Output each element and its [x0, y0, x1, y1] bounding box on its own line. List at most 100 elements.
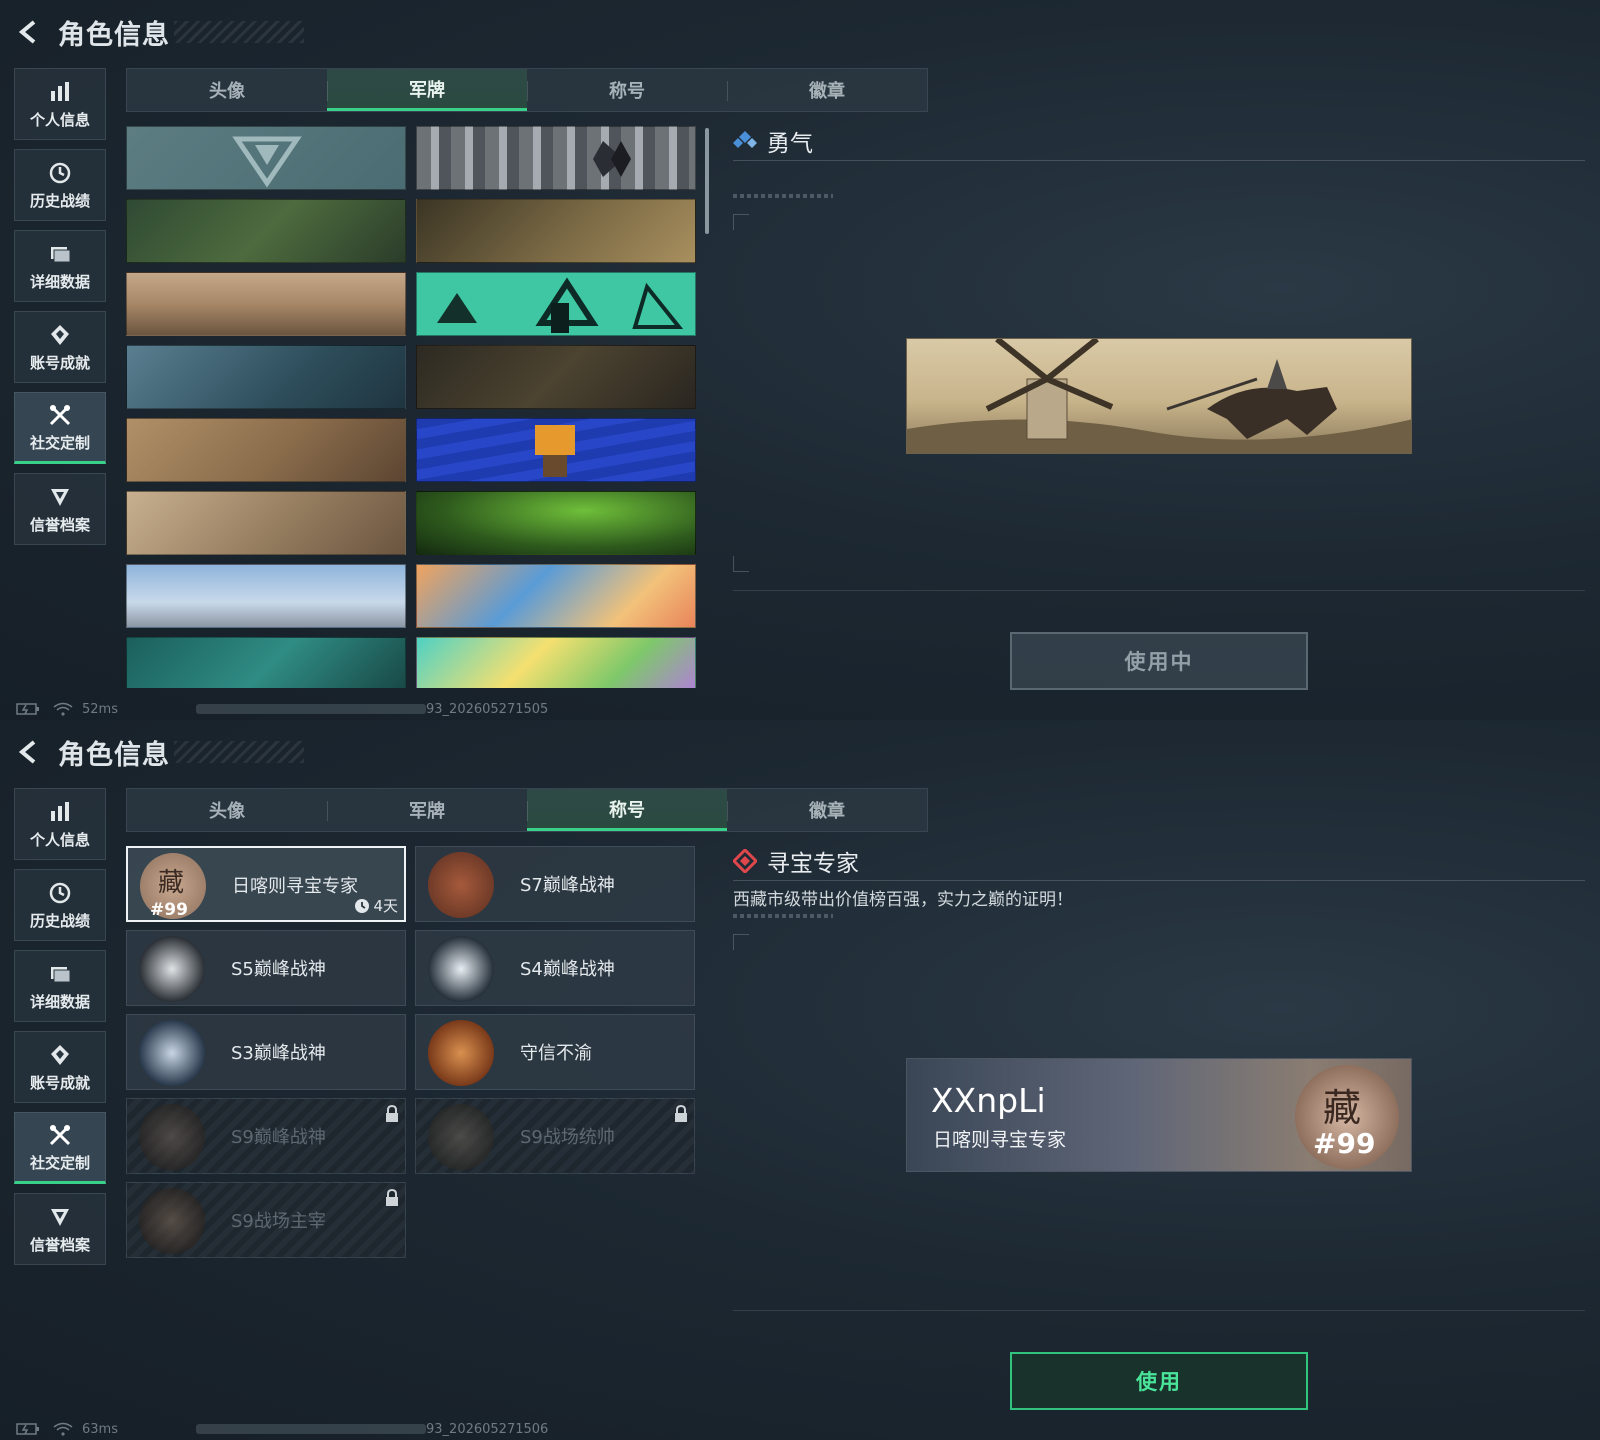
title-name: S9巅峰战神 — [231, 1127, 326, 1148]
title-card-treasure-expert[interactable]: 藏 #99 日喀则寻宝专家 4天 — [126, 846, 406, 922]
lock-icon — [675, 1105, 687, 1122]
back-arrow-icon[interactable] — [14, 17, 44, 47]
detail-header: 勇气 — [733, 124, 813, 158]
preview-badge-number: #99 — [1313, 1127, 1376, 1160]
battery-icon — [16, 703, 39, 715]
tab-title[interactable]: 称号 — [527, 789, 727, 831]
dogtag-banner[interactable] — [126, 345, 406, 409]
title-card-s9-commander[interactable]: S9战场统帅 — [415, 1098, 695, 1174]
tab-avatar[interactable]: 头像 — [127, 69, 327, 111]
status-bar: 52ms 93_202605271505 — [16, 700, 548, 718]
dogtag-banner[interactable] — [416, 637, 696, 688]
dogtag-grid — [126, 126, 696, 688]
title-name: S5巅峰战神 — [231, 959, 326, 980]
ship-medal-icon — [428, 1104, 494, 1170]
dogtag-banner[interactable] — [126, 126, 406, 190]
wifi-icon — [53, 702, 73, 716]
dogtag-banner[interactable] — [416, 418, 696, 482]
detail-title: 寻宝专家 — [767, 851, 859, 877]
tab-bar: 头像 军牌 称号 徽章 — [126, 788, 928, 832]
achievement-icon — [47, 1042, 73, 1068]
bar-chart-icon — [47, 799, 73, 825]
preview-player-name: XXnpLi — [931, 1081, 1046, 1120]
title-name: S4巅峰战神 — [520, 959, 615, 980]
sidebar-item-detailed-data[interactable]: 详细数据 — [14, 950, 106, 1022]
sidebar-item-personal-info[interactable]: 个人信息 — [14, 788, 106, 860]
divider-dash — [733, 194, 833, 198]
title-card-s9-god[interactable]: S9巅峰战神 — [126, 1098, 406, 1174]
sidebar-item-achievements[interactable]: 账号成就 — [14, 1031, 106, 1103]
tab-dogtag[interactable]: 军牌 — [327, 69, 527, 111]
dogtag-banner[interactable] — [126, 272, 406, 336]
dogtag-banner[interactable] — [126, 491, 406, 555]
sidebar: 个人信息 历史战绩 详细数据 账号成就 社交定制 信誉档案 — [14, 68, 106, 554]
build-text: 93_202605271506 — [426, 1421, 549, 1437]
divider — [733, 880, 1585, 881]
page-title: 角色信息 — [58, 739, 170, 771]
frame-corner — [733, 556, 749, 572]
sidebar-item-match-history[interactable]: 历史战绩 — [14, 869, 106, 941]
title-card-s4[interactable]: S4巅峰战神 — [415, 930, 695, 1006]
sidebar-item-match-history[interactable]: 历史战绩 — [14, 149, 106, 221]
topbar: 角色信息 — [14, 12, 304, 52]
title-decoration — [174, 741, 304, 763]
sidebar-item-credit-record[interactable]: 信誉档案 — [14, 1193, 106, 1265]
dogtag-banner[interactable] — [126, 564, 406, 628]
redacted-text — [196, 1424, 426, 1434]
sidebar-item-label: 个人信息 — [29, 830, 90, 849]
title-preview: XXnpLi 日喀则寻宝专家 藏 #99 — [906, 1058, 1412, 1172]
dogtag-banner[interactable] — [416, 126, 696, 190]
tab-badge[interactable]: 徽章 — [727, 69, 927, 111]
frame-corner — [733, 934, 749, 950]
sidebar-item-credit-record[interactable]: 信誉档案 — [14, 473, 106, 545]
sidebar-item-social-custom[interactable]: 社交定制 — [14, 1112, 106, 1184]
divider-dash — [733, 914, 833, 918]
gun-medal-icon — [428, 852, 494, 918]
dogtag-banner[interactable] — [416, 272, 696, 336]
dogtag-banner[interactable] — [416, 199, 696, 263]
back-arrow-icon[interactable] — [14, 737, 44, 767]
title-card-s9-dominator[interactable]: S9战场主宰 — [126, 1182, 406, 1258]
dogtag-banner[interactable] — [126, 418, 406, 482]
tab-dogtag[interactable]: 军牌 — [327, 789, 527, 831]
tools-icon — [47, 1122, 73, 1148]
sidebar-item-label: 社交定制 — [29, 1153, 90, 1172]
helmet-medal-icon — [428, 936, 494, 1002]
dogtag-banner[interactable] — [416, 491, 696, 555]
bar-chart-icon — [47, 79, 73, 105]
title-name: 守信不渝 — [520, 1043, 592, 1064]
sidebar-item-label: 账号成就 — [29, 1073, 90, 1092]
blue-diamond-icon — [733, 131, 757, 148]
dogtag-banner[interactable] — [416, 564, 696, 628]
title-card-s3[interactable]: S3巅峰战神 — [126, 1014, 406, 1090]
title-card-s7[interactable]: S7巅峰战神 — [415, 846, 695, 922]
in-use-button[interactable]: 使用中 — [1010, 632, 1308, 690]
timer-text: 4天 — [373, 897, 398, 915]
tab-badge[interactable]: 徽章 — [727, 789, 927, 831]
title-name: S3巅峰战神 — [231, 1043, 326, 1064]
skull-medal-icon — [139, 936, 205, 1002]
title-name: S7巅峰战神 — [520, 875, 615, 896]
sidebar-item-label: 信誉档案 — [29, 515, 90, 534]
mushroom-cloud-medal-icon — [139, 1188, 205, 1254]
dogtag-banner[interactable] — [126, 637, 406, 688]
title-card-honesty[interactable]: 守信不渝 — [415, 1014, 695, 1090]
sidebar-item-detailed-data[interactable]: 详细数据 — [14, 230, 106, 302]
tab-avatar[interactable]: 头像 — [127, 789, 327, 831]
folder-icon — [47, 241, 73, 267]
sidebar-item-label: 社交定制 — [29, 433, 90, 452]
use-button[interactable]: 使用 — [1010, 1352, 1308, 1410]
dogtag-banner[interactable] — [416, 345, 696, 409]
dogtag-banner[interactable] — [126, 199, 406, 263]
building-medal-icon — [139, 1104, 205, 1170]
scrollbar[interactable] — [705, 128, 709, 234]
sidebar-item-social-custom[interactable]: 社交定制 — [14, 392, 106, 464]
sidebar-item-personal-info[interactable]: 个人信息 — [14, 68, 106, 140]
tab-title[interactable]: 称号 — [527, 69, 727, 111]
clock-icon — [47, 160, 73, 186]
title-name: 日喀则寻宝专家 — [232, 876, 358, 897]
lock-icon — [386, 1189, 398, 1206]
sidebar-item-achievements[interactable]: 账号成就 — [14, 311, 106, 383]
title-card-s5[interactable]: S5巅峰战神 — [126, 930, 406, 1006]
scales-medal-icon — [428, 1020, 494, 1086]
